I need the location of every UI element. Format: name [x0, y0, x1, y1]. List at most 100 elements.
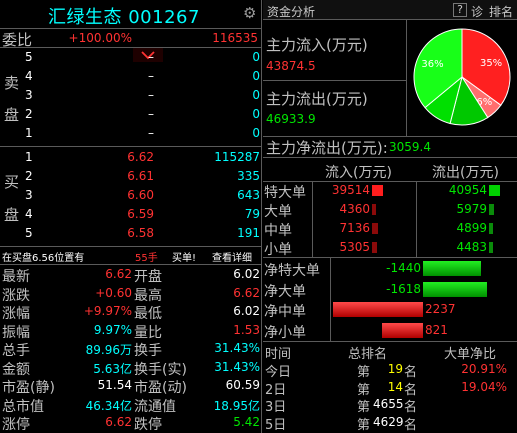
fund-analysis-header: 资金分析 ? 诊 排名: [263, 0, 517, 20]
flow-row: 小单 5305 4483: [263, 239, 517, 258]
inflow-bar: [372, 223, 378, 234]
stat-value: 31.43%: [214, 359, 260, 374]
inflow-value: 5305: [339, 240, 370, 254]
outflow-bar: [489, 185, 500, 196]
gear-icon[interactable]: ⚙: [243, 5, 259, 21]
rank-suffix: 名: [404, 417, 418, 433]
order-alert-row: 在买盘6.56位置有 55手 买单! 查看详细: [0, 247, 262, 264]
sell-order-row[interactable]: 4 – 0: [22, 68, 262, 86]
net-row-name: 净特大单: [264, 263, 320, 279]
net-value: 2237: [425, 302, 456, 316]
inflow-bar: [372, 185, 383, 196]
outflow-value: 46933.9: [266, 112, 316, 126]
order-price: 6.59: [127, 207, 154, 221]
buy-order-row[interactable]: 5 6.58 191: [22, 225, 262, 243]
alert-text: 在买盘6.56位置有: [2, 253, 85, 264]
order-level: 3: [25, 88, 33, 102]
diagnose-button[interactable]: 诊: [471, 3, 483, 20]
help-button[interactable]: ?: [453, 3, 467, 17]
col-time: 时间: [265, 347, 292, 362]
outflow-value: 5979: [456, 202, 487, 216]
stat-value: 1.53: [233, 322, 260, 337]
stat-value: +9.97%: [83, 304, 132, 318]
net-bar: [423, 281, 487, 297]
stock-title[interactable]: 汇绿生态 001267: [48, 3, 200, 29]
rank-row: 3日 第 4655 名: [263, 396, 517, 415]
inflow-label: 主力流入(万元): [266, 36, 368, 54]
rank-button[interactable]: 排名: [489, 3, 513, 20]
rank-suffix: 名: [404, 382, 418, 398]
quote-stat-row: 最新 6.62 开盘 6.02: [0, 266, 262, 285]
net-outflow-value: 3059.4: [389, 140, 431, 154]
net-row-name: 净中单: [264, 304, 306, 320]
stat-key: 最高: [134, 287, 162, 304]
buy-order-row[interactable]: 4 6.59 79: [22, 206, 262, 224]
order-level: 1: [25, 126, 33, 140]
outflow-bar: [489, 223, 493, 234]
stat-key: 振幅: [2, 324, 30, 341]
detail-link[interactable]: 查看详细: [212, 249, 252, 264]
alert-action: 买单!: [172, 253, 197, 264]
order-price: 6.61: [127, 169, 154, 183]
stat-key: 市盈(动): [134, 380, 187, 396]
divider: [263, 341, 517, 342]
stat-value: 89.96万: [85, 343, 132, 357]
stat-value: 51.54: [97, 378, 132, 392]
stat-value: 5.42: [233, 415, 260, 429]
rank-period: 2日: [265, 382, 287, 398]
order-level: 2: [25, 107, 33, 121]
stat-key: 流通值: [134, 398, 176, 415]
inflow-value: 43874.5: [266, 59, 316, 73]
quote-stat-row: 涨跌 +0.60 最高 6.62: [0, 285, 262, 304]
quote-stat-row: 金额 5.63亿 换手(实) 31.43%: [0, 359, 262, 378]
divider: [263, 80, 407, 81]
stat-key: 量比: [134, 324, 162, 341]
buy-order-row[interactable]: 2 6.61 335: [22, 168, 262, 186]
net-bar: [382, 322, 423, 338]
order-volume: 0: [252, 69, 260, 83]
outflow-value: 4483: [456, 240, 487, 254]
flow-row: 中单 7136 4899: [263, 220, 517, 239]
sell-order-row[interactable]: 5 – 0: [22, 49, 262, 67]
outflow-value: 4899: [456, 221, 487, 235]
stat-key: 涨幅: [2, 306, 30, 322]
order-volume: 0: [252, 126, 260, 140]
buy-order-row[interactable]: 3 6.60 643: [22, 187, 262, 205]
rank-row: 2日 第 14 名 19.04%: [263, 379, 517, 398]
order-volume: 79: [244, 207, 260, 221]
order-price: 6.60: [127, 188, 154, 202]
flow-row-name: 大单: [264, 204, 292, 220]
col-big-order-ratio: 大单净比: [444, 347, 497, 362]
net-flow-row: 净中单 2237: [263, 300, 517, 320]
net-value: -1440: [386, 261, 421, 275]
sell-order-row[interactable]: 1 – 0: [22, 125, 262, 143]
quote-stat-row: 总市值 46.34亿 流通值 18.95亿: [0, 396, 262, 415]
buy-side-label-1: 买: [4, 173, 20, 191]
stock-title-bar: 汇绿生态 001267 ⚙: [0, 0, 262, 28]
quote-stat-row: 市盈(静) 51.54 市盈(动) 60.59: [0, 377, 262, 396]
tab-fund-analysis[interactable]: 资金分析: [267, 3, 315, 20]
rank-prefix: 第: [357, 400, 371, 415]
sell-order-row[interactable]: 2 – 0: [22, 106, 262, 124]
sell-order-row[interactable]: 3 – 0: [22, 87, 262, 105]
stat-value: 6.02: [233, 267, 260, 281]
net-value: -1618: [386, 281, 421, 296]
order-volume: 0: [252, 88, 260, 102]
col-total-rank: 总排名: [348, 347, 388, 362]
buy-order-row[interactable]: 1 6.62 115287: [22, 149, 262, 167]
rank-prefix: 第: [357, 417, 371, 433]
stat-key: 最低: [134, 306, 162, 322]
rank-row: 今日 第 19 名 20.91%: [263, 361, 517, 380]
quote-stat-row: 涨停 6.62 跌停 5.42: [0, 414, 262, 433]
divider: [0, 47, 262, 48]
rank-number: 14: [387, 379, 403, 394]
net-outflow-label: 主力净流出(万元):: [266, 139, 388, 157]
net-flow-row: 净大单 -1618: [263, 280, 517, 300]
stat-key: 开盘: [134, 269, 162, 285]
order-level: 5: [25, 50, 33, 64]
rank-period: 今日: [265, 365, 292, 380]
order-level: 1: [25, 150, 33, 164]
rank-number: 4629: [373, 414, 404, 429]
order-volume: 643: [237, 188, 260, 202]
order-level: 3: [25, 188, 33, 202]
